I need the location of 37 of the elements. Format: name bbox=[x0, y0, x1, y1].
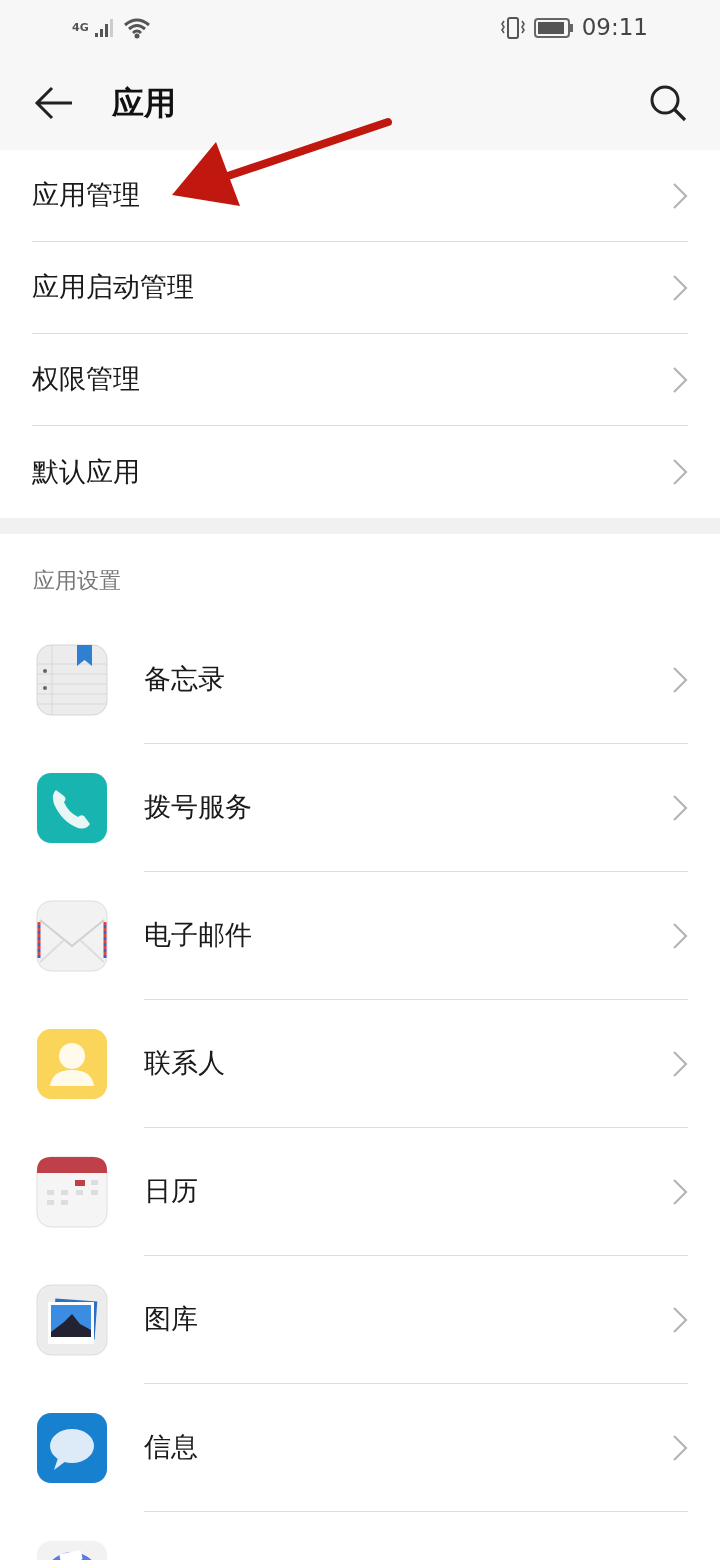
wifi-icon bbox=[122, 16, 151, 39]
envelope-icon bbox=[36, 900, 108, 972]
app-list-item[interactable]: 拨号服务 bbox=[0, 744, 720, 872]
chevron-icon bbox=[672, 921, 688, 950]
network-type-label: 4G bbox=[72, 22, 89, 33]
chevron-icon bbox=[672, 1305, 688, 1334]
app-list-item[interactable]: 图库 bbox=[0, 1256, 720, 1384]
menu-item[interactable]: 默认应用 bbox=[32, 426, 688, 518]
chevron-icon bbox=[672, 1177, 688, 1206]
app-list-item[interactable]: 电子邮件 bbox=[0, 872, 720, 1000]
chevron-icon bbox=[672, 665, 688, 694]
chevron-icon bbox=[672, 365, 688, 394]
app-list-item[interactable]: 信息 bbox=[0, 1384, 720, 1512]
app-list-item[interactable]: 联系人 bbox=[0, 1000, 720, 1128]
chevron-icon bbox=[672, 181, 688, 210]
calendar-icon bbox=[36, 1156, 108, 1228]
back-arrow-icon[interactable] bbox=[34, 84, 74, 121]
photo-stack-icon bbox=[36, 1284, 108, 1356]
battery-icon bbox=[533, 16, 574, 39]
app-list-item[interactable]: 日历 bbox=[0, 1128, 720, 1256]
chevron-icon bbox=[672, 458, 688, 486]
signal-icon bbox=[92, 17, 115, 38]
vibrate-icon bbox=[499, 15, 526, 40]
notepad-icon bbox=[36, 644, 108, 716]
phone-icon bbox=[36, 772, 108, 844]
person-icon bbox=[36, 1028, 108, 1100]
section-heading: 应用设置 bbox=[32, 567, 122, 595]
app-list-item[interactable]: 备忘录 bbox=[0, 616, 720, 744]
chevron-icon bbox=[672, 273, 688, 302]
page-title: 应用 bbox=[112, 82, 176, 124]
clock-time: 09:11 bbox=[581, 13, 648, 43]
chevron-icon bbox=[672, 1433, 688, 1462]
chevron-icon bbox=[672, 1049, 688, 1078]
menu-item[interactable]: 应用启动管理 bbox=[32, 242, 688, 334]
chat-bubble-icon bbox=[36, 1412, 108, 1484]
menu-item[interactable]: 权限管理 bbox=[32, 334, 688, 426]
chevron-icon bbox=[672, 793, 688, 822]
